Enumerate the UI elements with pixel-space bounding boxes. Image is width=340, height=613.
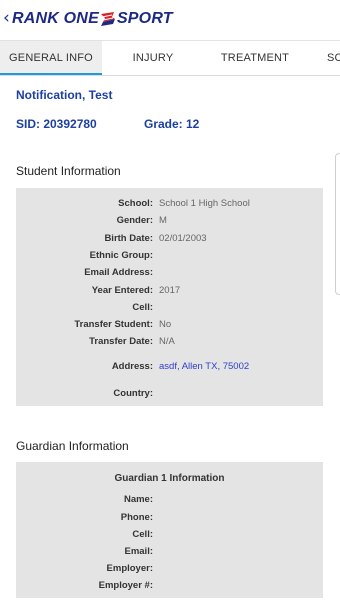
field-value: 02/01/2003 (159, 233, 207, 244)
address-link[interactable]: asdf, Allen TX, 75002 (159, 361, 249, 372)
field-label: Country: (113, 388, 153, 399)
field-transfer-student: Transfer Student: No (16, 319, 323, 335)
field-label: Name: (123, 494, 153, 505)
logo-text-sport: SPORT (116, 10, 173, 27)
field-value: No (159, 319, 172, 330)
field-label: Phone: (120, 512, 153, 523)
field-label: Gender: (116, 215, 153, 226)
guardian-info-title: Guardian Information (16, 439, 129, 453)
tab-sc[interactable]: SC (320, 41, 340, 75)
tab-treatment[interactable]: TREATMENT (204, 41, 306, 75)
flag-icon (100, 12, 115, 26)
field-email-address: Email Address: (16, 267, 323, 283)
field-year-entered: Year Entered: 2017 (16, 285, 323, 301)
student-name: Notification, Test (16, 88, 113, 102)
student-sid: SID: 20392780 (16, 117, 97, 131)
guardian-1-title: Guardian 1 Information (114, 473, 225, 484)
field-birth-date: Birth Date: 02/01/2003 (16, 233, 323, 249)
tab-general-info[interactable]: GENERAL INFO (0, 41, 102, 75)
field-label: Employer: (106, 563, 153, 574)
side-drawer-handle[interactable] (335, 153, 340, 295)
field-value: School 1 High School (159, 198, 250, 209)
tab-injury[interactable]: INJURY (102, 41, 204, 75)
guardian-field-name: Name: (16, 494, 323, 510)
tab-bar: GENERAL INFO INJURY TREATMENT SC (0, 40, 340, 76)
field-label: Address: (111, 361, 153, 372)
field-gender: Gender: M (16, 215, 323, 231)
field-label: Cell: (132, 529, 153, 540)
field-label: Ethnic Group: (89, 250, 153, 261)
guardian-field-cell: Cell: (16, 529, 323, 545)
rank-one-sport-logo: RANK ONE SPORT (12, 8, 173, 30)
guardian-field-employer-number: Employer #: (16, 580, 323, 596)
student-info-title: Student Information (16, 164, 121, 178)
student-grade: Grade: 12 (144, 117, 200, 131)
field-transfer-date: Transfer Date: N/A (16, 336, 323, 352)
guardian-field-phone: Phone: (16, 512, 323, 528)
field-label: Employer #: (98, 580, 153, 591)
field-value: N/A (159, 336, 175, 347)
guardian-field-employer: Employer: (16, 563, 323, 579)
field-label: School: (118, 198, 153, 209)
field-ethnic-group: Ethnic Group: (16, 250, 323, 266)
field-label: Transfer Date: (89, 336, 153, 347)
field-cell: Cell: (16, 302, 323, 318)
field-value: M (159, 215, 167, 226)
guardian-field-email: Email: (16, 546, 323, 562)
field-label: Transfer Student: (74, 319, 153, 330)
field-address: Address: asdf, Allen TX, 75002 (16, 361, 323, 377)
field-label: Cell: (132, 302, 153, 313)
field-label: Email: (124, 546, 153, 557)
logo-text-rank-one: RANK ONE (12, 10, 99, 27)
field-label: Birth Date: (104, 233, 153, 244)
field-value: 2017 (159, 285, 181, 296)
back-arrow-icon[interactable]: ‹ (3, 9, 10, 27)
field-label: Email Address: (84, 267, 153, 278)
guardian-info-panel: Guardian 1 Information Name: Phone: Cell… (16, 462, 323, 598)
student-info-panel: School: School 1 High School Gender: M B… (16, 188, 323, 406)
field-country: Country: (16, 388, 323, 404)
app-header: ‹ RANK ONE SPORT (0, 0, 340, 40)
field-school: School: School 1 High School (16, 198, 323, 214)
field-label: Year Entered: (91, 285, 153, 296)
